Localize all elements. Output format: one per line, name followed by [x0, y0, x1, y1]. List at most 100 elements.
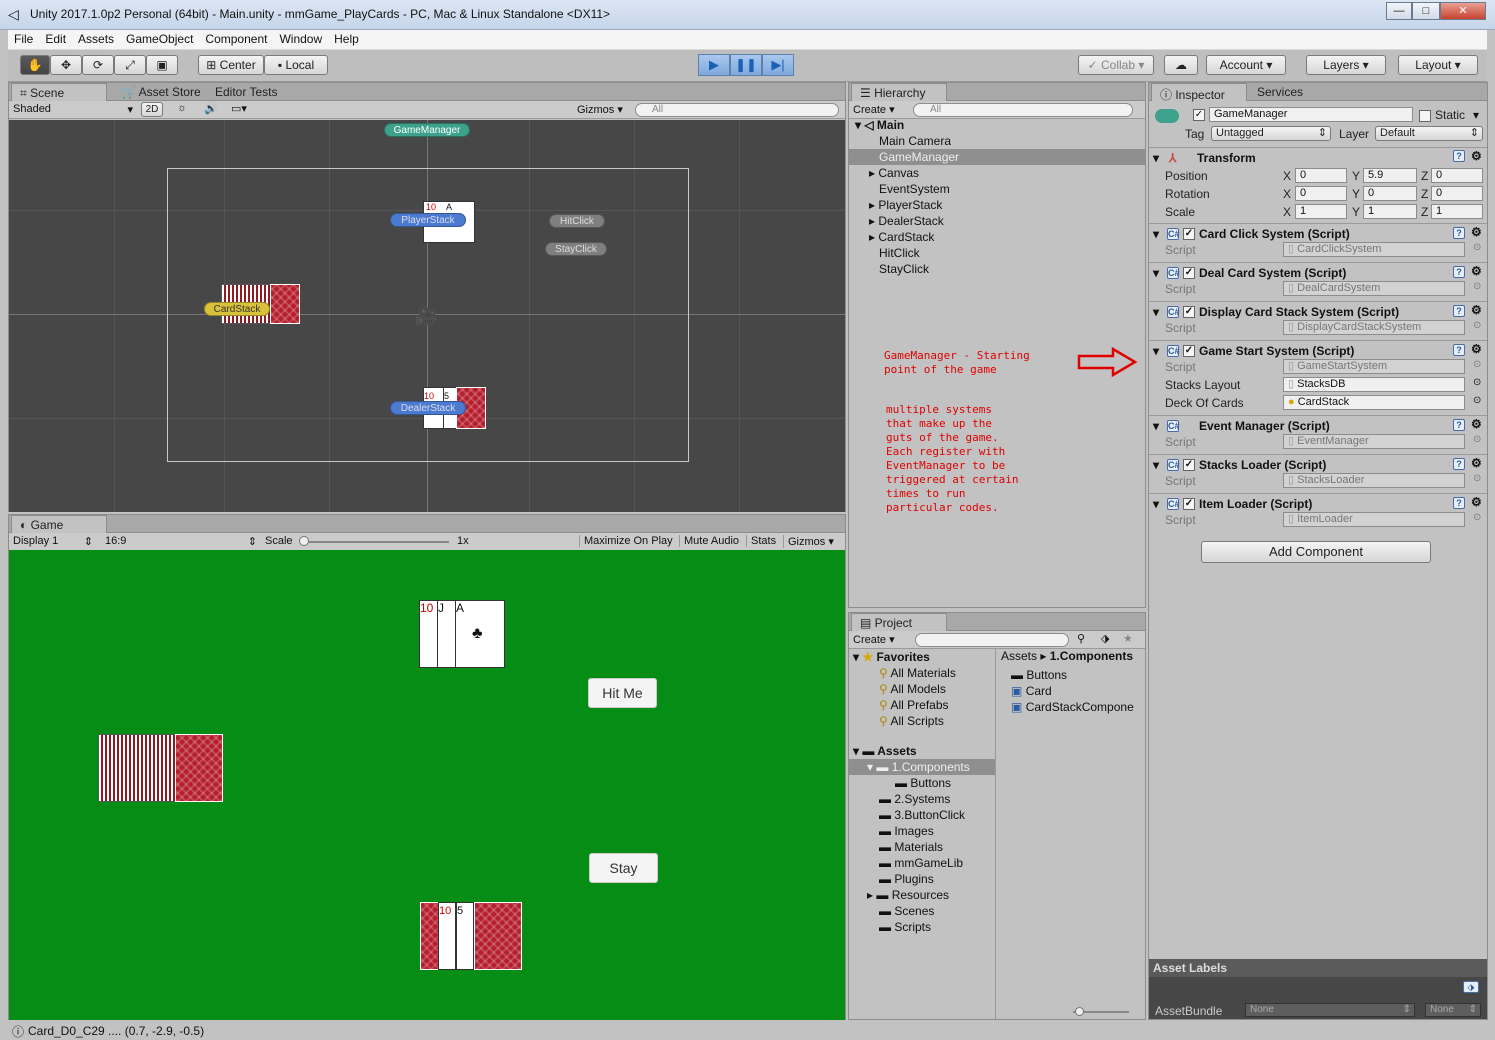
label-dealerstack[interactable]: DealerStack	[390, 401, 466, 415]
deck-top-card[interactable]	[175, 734, 223, 802]
asset-folder[interactable]: ▬ mmGameLib	[849, 855, 995, 871]
menu-help[interactable]: Help	[328, 30, 365, 48]
account-dropdown[interactable]: Account ▾	[1206, 55, 1286, 75]
tab-game[interactable]: ◐ Game	[11, 515, 107, 533]
favorites-header[interactable]: ▾ ★ Favorites	[849, 649, 995, 665]
favorite-item[interactable]: ⚲ All Materials	[849, 665, 995, 681]
favorite-star-icon[interactable]: ★	[1123, 632, 1133, 645]
hit-me-button[interactable]: Hit Me	[588, 678, 657, 708]
static-checkbox[interactable]	[1419, 110, 1431, 122]
tab-services[interactable]: Services	[1249, 83, 1311, 101]
project-file-script[interactable]: ▣ Card	[1011, 683, 1145, 699]
hierarchy-item[interactable]: Main Camera	[849, 133, 1145, 149]
game-gizmos-dropdown[interactable]: Gizmos ▾	[783, 535, 834, 548]
object-picker-icon[interactable]: ⊙	[1473, 473, 1481, 484]
dealer-card-back[interactable]	[474, 902, 522, 970]
transform-x-field[interactable]: 0	[1295, 168, 1347, 183]
menu-file[interactable]: File	[8, 30, 39, 48]
aspect-dropdown[interactable]: 16:9 ⇕	[105, 535, 257, 548]
help-icon[interactable]: ?	[1453, 344, 1465, 356]
label-hitclick[interactable]: HitClick	[549, 214, 605, 228]
scene-gizmos-dropdown[interactable]: Gizmos ▾	[577, 103, 623, 116]
icon-size-slider-thumb[interactable]	[1075, 1007, 1084, 1016]
label-gamemanager[interactable]: GameManager	[384, 123, 470, 137]
assetbundle-variant-dropdown[interactable]: None ⇕	[1425, 1003, 1481, 1017]
hierarchy-item[interactable]: StayClick	[849, 261, 1145, 277]
menu-gameobject[interactable]: GameObject	[120, 30, 199, 48]
static-dropdown-icon[interactable]: ▾	[1473, 108, 1479, 122]
component-header[interactable]: ▾ C# ✓ Stacks Loader (Script) ? ⚙	[1149, 454, 1487, 474]
tab-project[interactable]: ▤ Project	[851, 613, 947, 631]
help-icon[interactable]: ?	[1453, 419, 1465, 431]
assetbundle-dropdown[interactable]: None ⇕	[1245, 1003, 1415, 1017]
scale-tool-icon[interactable]: ⤢	[114, 55, 146, 75]
hierarchy-item[interactable]: ▸ PlayerStack	[849, 197, 1145, 213]
component-enabled-checkbox[interactable]: ✓	[1183, 498, 1195, 510]
component-enabled-checkbox[interactable]: ✓	[1183, 306, 1195, 318]
gear-icon[interactable]: ⚙	[1471, 303, 1482, 317]
cloud-icon[interactable]: ☁	[1164, 55, 1198, 75]
object-picker-icon[interactable]: ⊙	[1473, 359, 1481, 370]
label-cardstack[interactable]: CardStack	[204, 302, 270, 316]
object-picker-icon[interactable]: ⊙	[1473, 377, 1481, 388]
help-icon[interactable]: ?	[1453, 497, 1465, 509]
dealer-card[interactable]: 5	[456, 902, 474, 970]
hierarchy-create-dropdown[interactable]: Create ▾	[853, 103, 895, 116]
gear-icon[interactable]: ⚙	[1471, 264, 1482, 278]
menu-window[interactable]: Window	[273, 30, 328, 48]
asset-folder[interactable]: ▬ Images	[849, 823, 995, 839]
hierarchy-scene-root[interactable]: ▾ ◁ Main	[849, 117, 1145, 133]
deck-stack[interactable]	[98, 734, 178, 802]
help-icon[interactable]: ?	[1453, 227, 1465, 239]
filter-type-icon[interactable]: ⚲	[1077, 632, 1085, 645]
breadcrumb-assets[interactable]: Assets	[1001, 649, 1037, 663]
maximize-icon[interactable]: □	[1412, 2, 1440, 20]
gamestart-field[interactable]: ▯ StacksDB	[1283, 377, 1465, 392]
collab-dropdown[interactable]: ✓ Collab ▾	[1078, 55, 1154, 75]
assets-header[interactable]: ▾ ▬ Assets	[849, 743, 995, 759]
scale-slider[interactable]	[303, 541, 449, 543]
rect-tool-icon[interactable]: ▣	[146, 55, 178, 75]
help-icon[interactable]: ?	[1453, 305, 1465, 317]
active-checkbox[interactable]: ✓	[1193, 109, 1205, 121]
stay-button[interactable]: Stay	[589, 853, 658, 883]
help-icon[interactable]: ?	[1453, 150, 1465, 162]
component-header[interactable]: ▾ C# ✓ Game Start System (Script) ? ⚙	[1149, 340, 1487, 360]
layer-dropdown[interactable]: Default ⇕	[1375, 126, 1483, 141]
component-enabled-checkbox[interactable]: ✓	[1183, 228, 1195, 240]
step-icon[interactable]: ▶|	[762, 54, 794, 76]
filter-label-icon[interactable]: ⬗	[1101, 632, 1109, 645]
transform-x-field[interactable]: 0	[1295, 186, 1347, 201]
add-component-button[interactable]: Add Component	[1201, 541, 1431, 563]
component-header[interactable]: ▾ C# ✓ Item Loader (Script) ? ⚙	[1149, 493, 1487, 513]
scene-search-input[interactable]: All	[635, 103, 839, 117]
tab-editor-tests[interactable]: Editor Tests	[207, 83, 285, 101]
label-stayclick[interactable]: StayClick	[545, 242, 607, 256]
transform-z-field[interactable]: 1	[1431, 204, 1483, 219]
transform-x-field[interactable]: 1	[1295, 204, 1347, 219]
component-header[interactable]: ▾ C# Event Manager (Script) ? ⚙	[1149, 415, 1487, 435]
component-enabled-checkbox[interactable]: ✓	[1183, 267, 1195, 279]
component-header[interactable]: ▾ C# ✓ Deal Card System (Script) ? ⚙	[1149, 262, 1487, 282]
object-picker-icon[interactable]: ⊙	[1473, 242, 1481, 253]
help-icon[interactable]: ?	[1453, 266, 1465, 278]
minimize-icon[interactable]: —	[1386, 2, 1412, 20]
component-header[interactable]: ▾ C# ✓ Display Card Stack System (Script…	[1149, 301, 1487, 321]
object-picker-icon[interactable]: ⊙	[1473, 281, 1481, 292]
label-playerstack[interactable]: PlayerStack	[390, 213, 466, 227]
game-viewport[interactable]: 10 J A ♣ Hit Me Stay 10 5	[9, 550, 845, 1020]
effects-icon[interactable]: ▭▾	[231, 102, 247, 115]
menu-assets[interactable]: Assets	[72, 30, 120, 48]
help-icon[interactable]: ?	[1453, 458, 1465, 470]
favorite-item[interactable]: ⚲ All Prefabs	[849, 697, 995, 713]
pivot-toggle[interactable]: ⊞ Center	[198, 55, 264, 75]
layout-dropdown[interactable]: Layout ▾	[1398, 55, 1478, 75]
project-file-script[interactable]: ▣ CardStackCompone	[1011, 699, 1145, 715]
hierarchy-item[interactable]: ▸ Canvas	[849, 165, 1145, 181]
project-search-input[interactable]	[915, 633, 1069, 647]
hierarchy-search-input[interactable]: All	[913, 103, 1133, 117]
asset-folder[interactable]: ▬ Materials	[849, 839, 995, 855]
camera-icon[interactable]: 🎥	[415, 306, 437, 327]
layers-dropdown[interactable]: Layers ▾	[1306, 55, 1386, 75]
transform-z-field[interactable]: 0	[1431, 168, 1483, 183]
